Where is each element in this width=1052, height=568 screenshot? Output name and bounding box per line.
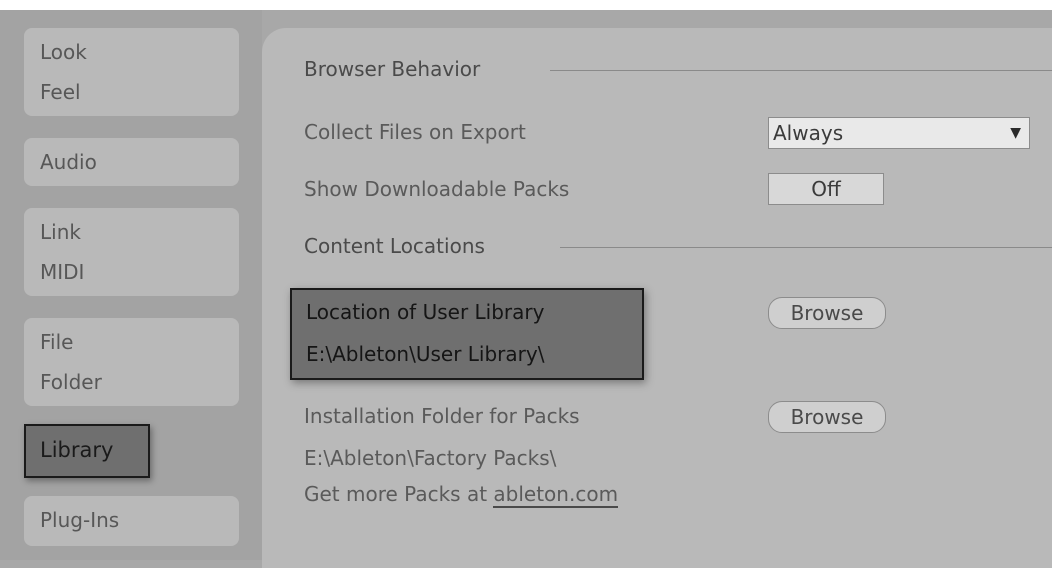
section-heading-browser-behavior: Browser Behavior xyxy=(304,57,481,81)
install-folder-path: E:\Ableton\Factory Packs\ xyxy=(304,446,557,470)
browse-user-library-button[interactable]: Browse xyxy=(768,297,886,329)
ableton-link[interactable]: ableton.com xyxy=(493,482,619,508)
dropdown-value: Always xyxy=(773,121,844,145)
tab-label: Audio xyxy=(40,150,97,174)
tab-label: MIDI xyxy=(40,260,85,284)
top-strip xyxy=(0,0,1052,10)
collect-files-dropdown[interactable]: Always ▼ xyxy=(768,117,1030,149)
dropdown-arrow-icon: ▼ xyxy=(1010,125,1021,141)
tab-label: Library xyxy=(40,438,114,462)
preferences-sidebar: Look Feel Audio Link MIDI File Folder Li… xyxy=(0,10,262,560)
tab-label: Link xyxy=(40,220,81,244)
tab-label: Plug-Ins xyxy=(40,508,120,532)
user-library-path: E:\Ableton\User Library\ xyxy=(306,342,545,366)
section-divider xyxy=(550,70,1052,71)
show-packs-toggle[interactable]: Off xyxy=(768,173,884,205)
collect-files-label: Collect Files on Export xyxy=(304,120,526,144)
more-packs-prefix: Get more Packs at xyxy=(304,482,494,506)
user-library-highlight: Location of User Library E:\Ableton\User… xyxy=(290,288,644,380)
tab-file-folder[interactable]: File Folder xyxy=(24,318,239,406)
tab-audio[interactable]: Audio xyxy=(24,138,239,186)
install-folder-label: Installation Folder for Packs xyxy=(304,404,580,428)
tab-plug-ins[interactable]: Plug-Ins xyxy=(24,496,239,546)
section-divider xyxy=(560,247,1052,248)
tab-label: Look xyxy=(40,40,87,64)
tab-label: File xyxy=(40,330,74,354)
tab-look-feel[interactable]: Look Feel xyxy=(24,28,239,116)
user-library-label: Location of User Library xyxy=(306,300,545,324)
browse-install-folder-button[interactable]: Browse xyxy=(768,401,886,433)
more-packs-text: Get more Packs at ableton.com xyxy=(304,482,619,508)
tab-link-midi[interactable]: Link MIDI xyxy=(24,208,239,296)
tab-label: Feel xyxy=(40,80,81,104)
show-packs-label: Show Downloadable Packs xyxy=(304,177,570,201)
section-heading-content-locations: Content Locations xyxy=(304,234,485,258)
tab-library[interactable]: Library xyxy=(24,424,150,478)
tab-label: Folder xyxy=(40,370,102,394)
